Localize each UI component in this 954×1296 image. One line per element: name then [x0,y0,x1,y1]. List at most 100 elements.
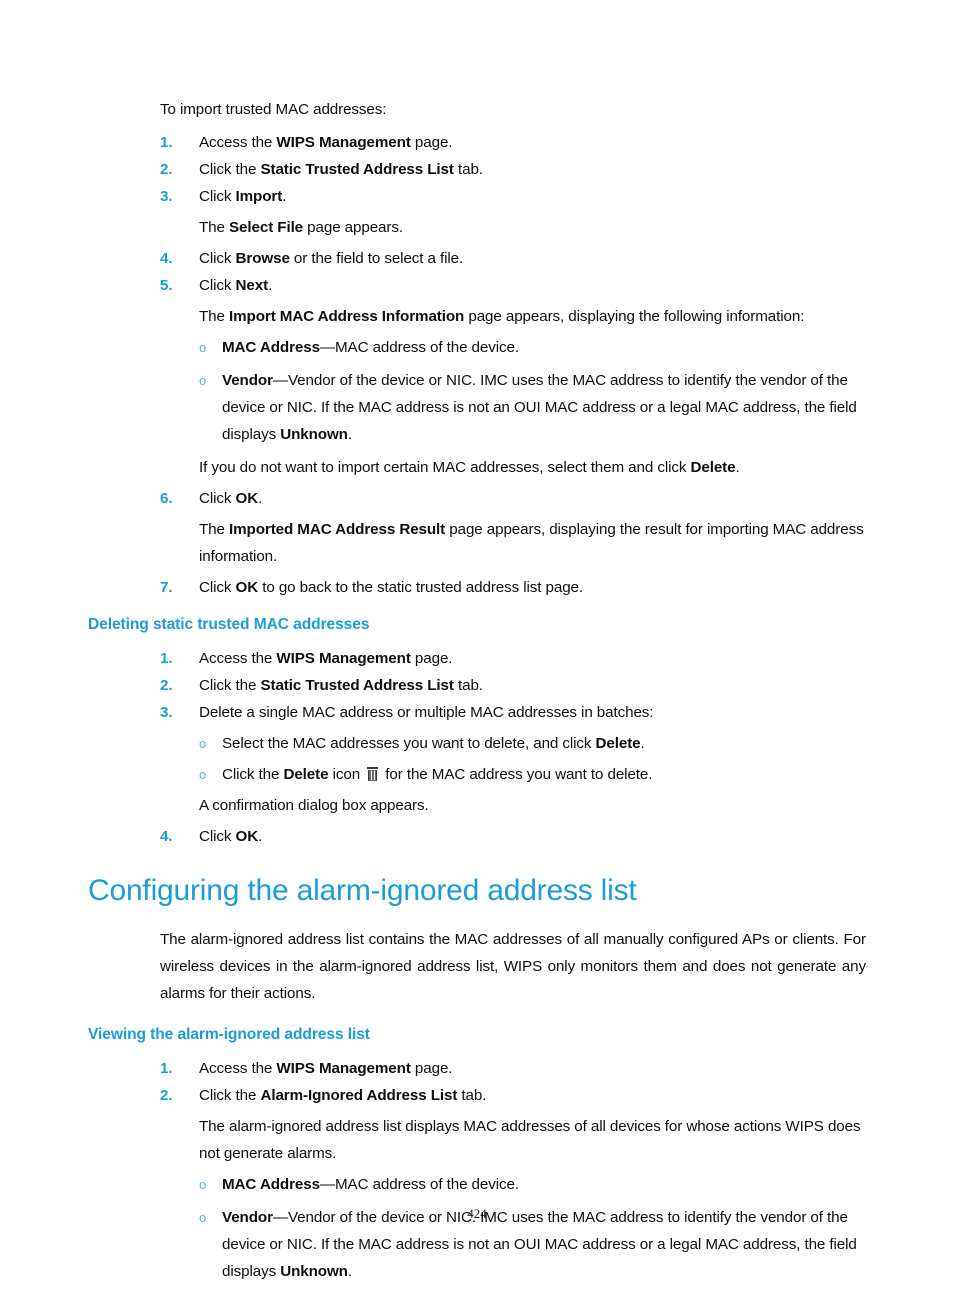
bullet-definition-tail: . [347,426,352,443]
step-text-bold: WIPS Management [276,134,411,151]
step-text-bold: WIPS Management [276,1060,411,1077]
step-text-pre: Access the [199,1060,277,1077]
step-text-bold: Import [235,188,283,205]
circle-bullet-icon: o [199,373,207,388]
bullet-item-mac-address: o MAC Address—MAC address of the device. [199,334,866,361]
bullet-definition-bold: Unknown [280,426,348,443]
bullet-text-post: for the MAC address you want to delete. [381,766,653,783]
note-bold: Import MAC Address Information [229,308,465,325]
step-item-5: 5. Click Next. [160,272,866,299]
step-text-post: tab. [457,1087,487,1104]
step-text-bold: Browse [235,250,290,267]
step-number: 3. [160,704,173,721]
step-text-post: . [258,828,263,845]
step-item-1: 1. Access the WIPS Management page. [160,645,866,672]
step-text-post: or the field to select a file. [289,250,464,267]
note-pre: The [199,219,229,236]
page-content: To import trusted MAC addresses: 1. Acces… [88,96,866,1296]
step-item-7: 7. Click OK to go back to the static trus… [160,574,866,601]
step-number: 2. [160,161,173,178]
step-text-post: page. [410,650,453,667]
step-item-2: 2. Click the Static Trusted Address List … [160,156,866,183]
step-text-pre: Access the [199,134,277,151]
deleting-steps-list: 1. Access the WIPS Management page. 2. Cli… [88,645,866,726]
bullet-term: MAC Address [222,1176,320,1193]
step-text-post: . [268,277,273,294]
select-file-note: The Select File page appears. [199,214,866,241]
step-item-3: 3. Delete a single MAC address or multipl… [160,699,866,726]
bullet-definition: —MAC address of the device. [319,339,519,356]
step-text-post: tab. [453,677,483,694]
step-number: 4. [160,250,173,267]
step-text-pre: Click [199,188,236,205]
step-text-pre: Click [199,579,236,596]
note-pre: The [199,521,229,538]
viewing-list-note: The alarm-ignored address list displays … [199,1118,861,1162]
step-text-bold: Next [235,277,269,294]
confirmation-note: A confirmation dialog box appears. [199,797,429,814]
bullet-item-select-delete: o Select the MAC addresses you want to de… [199,730,866,757]
import-intro-text: To import trusted MAC addresses: [160,101,387,118]
bullet-text-post: . [640,735,645,752]
import-info-bullets: o MAC Address—MAC address of the device. … [88,334,866,448]
step-text-pre: Click [199,490,236,507]
step-text-bold: WIPS Management [276,650,411,667]
bullet-term: Vendor [222,372,273,389]
configuring-intro-paragraph: The alarm-ignored address list contains … [160,931,866,1002]
step-number: 2. [160,1087,173,1104]
bullet-text-pre: Select the MAC addresses you want to del… [222,735,596,752]
document-page: To import trusted MAC addresses: 1. Acces… [0,0,954,1296]
page-number: 424 [467,1206,487,1221]
import-steps-list: 1. Access the WIPS Management page. 2. Cli… [88,129,866,210]
bullet-text-mid: icon [328,766,365,783]
step-number: 1. [160,650,173,667]
step-text-bold: OK [235,579,259,596]
note-bold: Imported MAC Address Result [229,521,446,538]
step-text-post: . [282,188,287,205]
step-item-6: 6. Click OK. [160,485,866,512]
step-text-post: page. [410,1060,453,1077]
bullet-item-delete-icon: o Click the Delete icon for the MAC addre… [199,761,866,788]
bullet-item-delete: oDelete—Allows you to delete the MAC add… [199,1291,866,1296]
bullet-item-mac-address: o MAC Address—MAC address of the device. [199,1171,866,1198]
step-item-2: 2. Click the Alarm-Ignored Address List t… [160,1082,866,1109]
step-number: 4. [160,828,173,845]
note-bold: Select File [229,219,304,236]
heading-configuring-alarm-ignored-address-list: Configuring the alarm-ignored address li… [88,874,637,907]
bullet-text-bold: Delete [283,766,329,783]
step-text-bold: Static Trusted Address List [260,161,454,178]
circle-bullet-icon: o [199,340,207,355]
bullet-text-bold: Delete [595,735,641,752]
note-pre: If you do not want to import certain MAC… [199,459,691,476]
step-text-post: page. [410,134,453,151]
step-text-pre: Click the [199,161,261,178]
bullet-term: MAC Address [222,339,320,356]
step-text-pre: Click [199,277,236,294]
bullet-definition-bold: Unknown [280,1263,348,1280]
import-delete-note: If you do not want to import certain MAC… [199,454,866,481]
step-number: 2. [160,677,173,694]
step-text-pre: Click the [199,1087,261,1104]
heading-viewing-alarm-ignored-address-list: Viewing the alarm-ignored address list [88,1026,370,1043]
step-text-post: to go back to the static trusted address… [258,579,584,596]
step-text-bold: OK [235,828,259,845]
step-text-pre: Click the [199,677,261,694]
step-text-bold: Static Trusted Address List [260,677,454,694]
step-item-1: 1. Access the WIPS Management page. [160,129,866,156]
step-number: 1. [160,1060,173,1077]
step-number: 6. [160,490,173,507]
note-pre: The [199,308,229,325]
circle-bullet-icon: o [199,1177,207,1192]
viewing-steps-list: 1. Access the WIPS Management page. 2. Cli… [88,1055,866,1109]
step-number: 3. [160,188,173,205]
bullet-definition: —MAC address of the device. [319,1176,519,1193]
deleting-steps-list-final: 4. Click OK. [88,823,866,850]
step-item-4: 4. Click OK. [160,823,866,850]
viewing-bullets: o MAC Address—MAC address of the device. … [88,1171,866,1296]
heading-deleting-static-trusted-mac-addresses: Deleting static trusted MAC addresses [88,616,370,633]
step-text-pre: Access the [199,650,277,667]
step-text-post: tab. [453,161,483,178]
note-post: . [735,459,740,476]
step-item-3: 3. Click Import. [160,183,866,210]
import-steps-list-last: 7. Click OK to go back to the static trus… [88,574,866,601]
